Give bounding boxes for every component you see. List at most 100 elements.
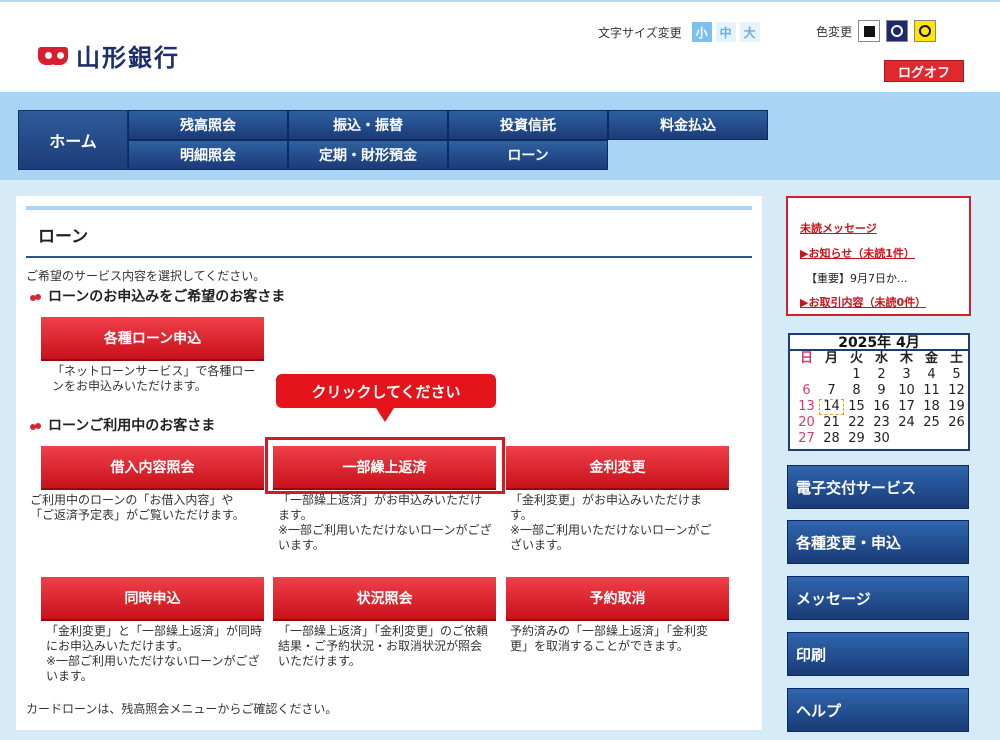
calendar-day: 26 xyxy=(948,415,965,430)
partial-prepayment-desc: 「一部繰上返済」がお申込みいただけます。 ※一部ご利用いただけないローンがござい… xyxy=(278,493,492,552)
global-nav: ホーム 残高照会 振込・振替 投資信託 料金払込 明細照会 定期・財形預金 ロー… xyxy=(18,110,768,170)
color-navy-button[interactable] xyxy=(886,20,909,42)
logoff-button[interactable]: ログオフ xyxy=(884,60,964,82)
divider xyxy=(26,256,752,258)
bank-name: 山形銀行 xyxy=(76,43,180,72)
calendar-weekday: 火 xyxy=(849,351,863,366)
square-icon xyxy=(863,25,875,37)
section-title-existing-label: ローンご利用中のお客さま xyxy=(48,418,216,434)
calendar-day xyxy=(794,367,819,383)
loan-inquiry-button[interactable]: 借入内容照会 xyxy=(41,446,264,490)
nav-statement-inquiry[interactable]: 明細照会 xyxy=(128,140,288,170)
message-box: 未読メッセージ ▶お知らせ（未読1件） 【重要】9月7日か... ▶お取引内容（… xyxy=(786,196,971,316)
calendar-day: 19 xyxy=(948,399,965,414)
calendar-day: 23 xyxy=(873,415,890,430)
e-delivery-button[interactable]: 電子交付サービス xyxy=(787,465,969,509)
calendar-weekday: 月 xyxy=(824,351,838,366)
font-size-small-button[interactable]: 小 xyxy=(691,22,712,42)
calendar-day: 13 xyxy=(798,399,815,414)
title-bar xyxy=(26,206,752,210)
help-button[interactable]: ヘルプ xyxy=(787,688,969,732)
calendar-day: 5 xyxy=(952,367,961,382)
color-change-control: 色変更 xyxy=(816,20,937,42)
loan-application-desc: 「ネットローンサービス」で各種ローンをお申込みいただけます。 xyxy=(52,364,256,393)
nav-time-deposit[interactable]: 定期・財形預金 xyxy=(288,140,448,170)
calendar-day: 4 xyxy=(927,367,936,382)
calendar-weekday: 水 xyxy=(874,351,888,366)
highlight-box xyxy=(265,437,505,494)
nav-bill-payment[interactable]: 料金払込 xyxy=(608,110,768,140)
header: 山形銀行 文字サイズ変更 小 中 大 色変更 ログオフ xyxy=(0,0,1000,92)
callout-arrow xyxy=(376,408,394,422)
calendar-grid: 日月火水木金土 1 2 3 4 5 6 7 8 9 10 11 12 13 14 15 16 17 18 19 20 21… xyxy=(790,351,968,447)
calendar-weekday: 日 xyxy=(799,351,813,366)
nav-balance-inquiry[interactable]: 残高照会 xyxy=(128,110,288,140)
calendar-day: 21 xyxy=(823,415,840,430)
calendar-day: 12 xyxy=(948,383,965,398)
nav-transfer[interactable]: 振込・振替 xyxy=(288,110,448,140)
calendar-day: 29 xyxy=(848,431,865,446)
reservation-cancel-desc: 予約済みの「一部繰上返済」「金利変更」を取消することができます。 xyxy=(510,624,709,653)
calendar-day: 6 xyxy=(802,383,811,398)
calendar-day: 28 xyxy=(823,431,840,446)
calendar-day: 3 xyxy=(902,367,911,382)
unread-messages-link[interactable]: 未読メッセージ xyxy=(800,220,877,236)
section-title-apply: ローンのお申込みをご希望のお客さま xyxy=(30,286,285,306)
cherry-icon xyxy=(30,291,42,301)
calendar-day: 27 xyxy=(798,431,815,446)
nav-loan[interactable]: ローン xyxy=(448,140,608,170)
calendar-day: 2 xyxy=(877,367,886,382)
card-loan-note: カードローンは、残高照会メニューからご確認ください。 xyxy=(26,702,338,716)
change-application-button[interactable]: 各種変更・申込 xyxy=(787,520,969,564)
interest-rate-change-desc: 「金利変更」がお申込みいただけます。 ※一部ご利用いただけないローンがございます… xyxy=(510,493,712,552)
print-button[interactable]: 印刷 xyxy=(787,632,969,676)
calendar-day: 18 xyxy=(923,399,940,414)
calendar-day: 10 xyxy=(898,383,915,398)
calendar-weekday: 土 xyxy=(949,351,963,366)
click-here-callout: クリックしてください xyxy=(276,374,496,408)
calendar-day: 8 xyxy=(852,383,861,398)
calendar-day: 22 xyxy=(848,415,865,430)
simultaneous-application-button[interactable]: 同時申込 xyxy=(41,577,264,621)
intro-text: ご希望のサービス内容を選択してください。 xyxy=(26,269,266,283)
calendar-day: 11 xyxy=(923,383,940,398)
calendar-day: 20 xyxy=(798,415,815,430)
nav-home[interactable]: ホーム xyxy=(18,110,128,170)
calendar-day: 25 xyxy=(923,415,940,430)
section-title-existing: ローンご利用中のお客さま xyxy=(30,415,215,435)
status-inquiry-button[interactable]: 状況照会 xyxy=(273,577,496,621)
calendar-day: 14 xyxy=(819,399,844,415)
notice-link[interactable]: ▶お知らせ（未読1件） xyxy=(800,245,915,261)
circle-icon xyxy=(919,25,932,37)
calendar-day: 17 xyxy=(898,399,915,414)
calendar-day: 9 xyxy=(877,383,886,398)
bank-logo[interactable]: 山形銀行 xyxy=(38,38,180,73)
nav-investment-trust[interactable]: 投資信託 xyxy=(448,110,608,140)
color-yellow-button[interactable] xyxy=(914,20,937,42)
calendar-weekday: 木 xyxy=(899,351,913,366)
notice-item-link[interactable]: 【重要】9月7日か... xyxy=(806,270,908,286)
color-black-button[interactable] xyxy=(858,20,881,42)
color-change-label: 色変更 xyxy=(816,24,853,39)
font-size-medium-button[interactable]: 中 xyxy=(715,22,736,42)
calendar-day xyxy=(819,367,844,383)
simultaneous-application-desc: 「金利変更」と「一部繰上返済」が同時にお申込みいただけます。 ※一部ご利用いただ… xyxy=(46,624,263,683)
circle-icon xyxy=(891,25,904,37)
loan-inquiry-desc: ご利用中のローンの「お借入内容」や「ご返済予定表」がご覧いただけます。 xyxy=(30,493,245,522)
reservation-cancel-button[interactable]: 予約取消 xyxy=(506,577,729,621)
bank-logo-icon xyxy=(38,44,70,68)
font-size-large-button[interactable]: 大 xyxy=(739,22,760,42)
calendar: 2025年 4月 日月火水木金土 1 2 3 4 5 6 7 8 9 10 11 12 13 14 15 16 1… xyxy=(788,333,970,451)
loan-application-button[interactable]: 各種ローン申込 xyxy=(41,317,264,361)
interest-rate-change-button[interactable]: 金利変更 xyxy=(506,446,729,490)
calendar-title: 2025年 4月 xyxy=(790,335,968,351)
section-title-apply-label: ローンのお申込みをご希望のお客さま xyxy=(48,289,286,305)
cherry-icon xyxy=(30,420,42,430)
transaction-link[interactable]: ▶お取引内容（未読0件） xyxy=(800,294,926,310)
font-size-control: 文字サイズ変更 小 中 大 xyxy=(598,22,760,42)
font-size-label: 文字サイズ変更 xyxy=(598,25,682,40)
page-title: ローン xyxy=(38,227,89,247)
calendar-day: 30 xyxy=(873,431,890,446)
message-button[interactable]: メッセージ xyxy=(787,576,969,620)
calendar-day: 1 xyxy=(852,367,861,382)
